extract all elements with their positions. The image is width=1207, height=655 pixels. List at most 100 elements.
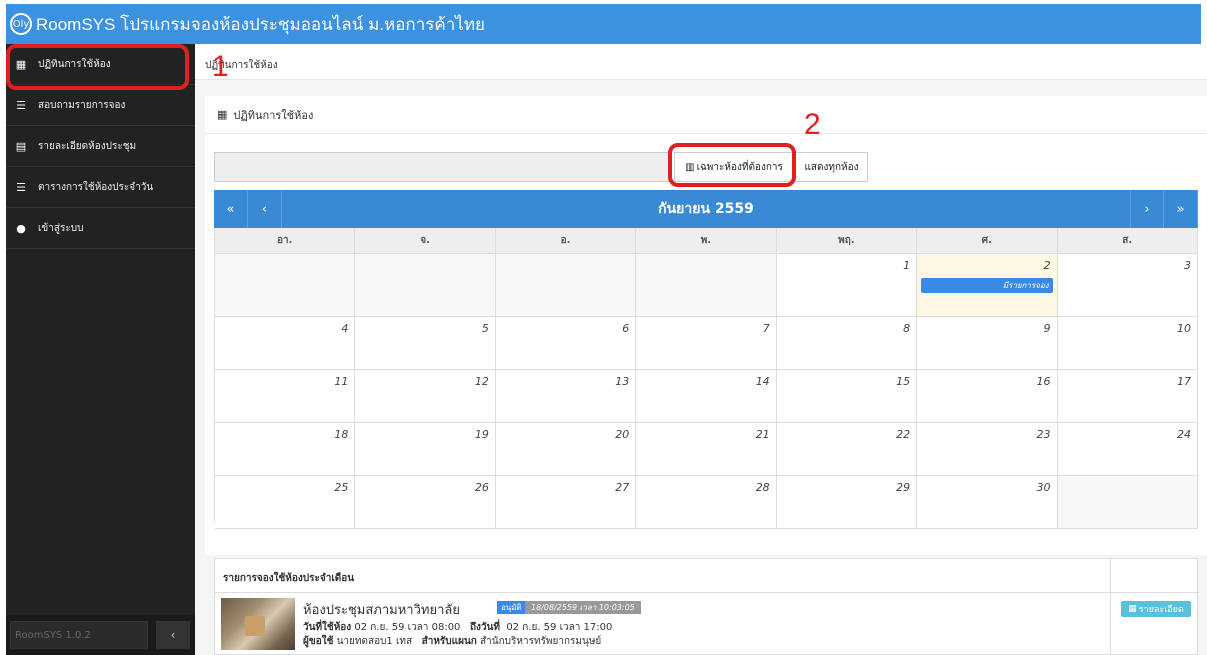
calendar-day-empty: [495, 254, 637, 316]
dept-value: สำนักบริหารทรัพยากรมนุษย์: [480, 636, 602, 647]
calendar-day[interactable]: 12: [355, 370, 496, 422]
top-bar: Oly RoomSYS โปรแกรมจองห้องประชุมออนไลน์ …: [0, 0, 1207, 44]
dept-label: สำหรับแผนก: [421, 636, 477, 647]
day-of-week: พ.: [636, 228, 777, 253]
calendar-day[interactable]: 20: [496, 423, 637, 475]
sidebar-item-label: สอบถามรายการจอง: [38, 99, 126, 111]
use-date-value: 02 ก.ย. 59 เวลา 08:00: [354, 622, 461, 633]
calendar-day-empty: [355, 254, 496, 316]
day-of-week: อา.: [215, 228, 356, 253]
user-label: ผู้ขอใช้: [303, 636, 334, 647]
booking-detail-button[interactable]: ▦ รายละเอียด: [1121, 601, 1191, 617]
calendar-week: 11 12 13 14 15 16 17: [215, 370, 1198, 423]
sidebar-item-login[interactable]: ● เข้าสู่ระบบ: [6, 208, 195, 249]
annotation-highlight-2: [668, 143, 796, 187]
calendar-day[interactable]: 19: [355, 423, 496, 475]
calendar-day[interactable]: 15: [777, 370, 918, 422]
calendar-day[interactable]: 26: [355, 476, 496, 528]
sidebar-item-label: รายละเอียดห้องประชุม: [38, 140, 137, 152]
day-of-week-row: อา. จ. อ. พ. พฤ. ศ. ส.: [215, 228, 1198, 254]
first-month-button[interactable]: «: [214, 190, 248, 228]
calendar-day[interactable]: 1: [777, 254, 918, 316]
calendar-day-empty: [1057, 476, 1198, 528]
day-of-week: จ.: [355, 228, 496, 253]
show-all-rooms-button[interactable]: แสดงทุกห้อง: [795, 152, 868, 182]
calendar-week: 4 5 6 7 8 9 10: [215, 317, 1198, 370]
prev-month-button[interactable]: ‹: [248, 190, 282, 228]
calendar-day[interactable]: 3: [1058, 254, 1198, 316]
calendar-day[interactable]: 10: [1058, 317, 1198, 369]
calendar-day[interactable]: 27: [496, 476, 637, 528]
calendar-day-number: 2: [1043, 259, 1051, 272]
calendar-day[interactable]: 28: [636, 476, 777, 528]
calendar-day[interactable]: 18: [215, 423, 356, 475]
booking-list-header-spacer: [1111, 559, 1199, 593]
app-title[interactable]: RoomSYS โปรแกรมจองห้องประชุมออนไลน์ ม.หอ…: [36, 11, 485, 38]
day-of-week: อ.: [496, 228, 637, 253]
booking-detail-label: รายละเอียด: [1138, 605, 1184, 615]
day-of-week: ส.: [1058, 228, 1198, 253]
calendar-day[interactable]: 29: [777, 476, 918, 528]
calendar-day[interactable]: 8: [777, 317, 918, 369]
calendar-day[interactable]: 5: [355, 317, 496, 369]
calendar-day[interactable]: 6: [496, 317, 637, 369]
room-select-box[interactable]: [214, 152, 669, 182]
calendar-event[interactable]: มีรายการจอง: [921, 278, 1053, 293]
panel-title: ปฏิทินการใช้ห้อง: [233, 108, 314, 122]
calendar-day[interactable]: 17: [1058, 370, 1198, 422]
next-month-button[interactable]: ›: [1130, 190, 1164, 228]
calendar-day[interactable]: 22: [777, 423, 918, 475]
to-date-label: ถึงวันที่: [469, 622, 500, 633]
version-label: RoomSYS 1.0.2: [10, 621, 148, 649]
breadcrumb: ปฏิทินการใช้ห้อง: [195, 44, 1207, 80]
monthly-booking-list: รายการจองใช้ห้องประจำเดือน ห้องประชุมสภา…: [214, 558, 1199, 655]
calendar-day[interactable]: 4: [215, 317, 356, 369]
app-logo-icon: Oly: [10, 13, 32, 35]
table-icon: ▦: [1128, 604, 1137, 614]
panel-header: ▦ ปฏิทินการใช้ห้อง: [205, 96, 1207, 134]
calendar-day[interactable]: 23: [917, 423, 1058, 475]
list-icon: ☰: [16, 180, 26, 194]
calendar-day[interactable]: 16: [917, 370, 1058, 422]
room-name: ห้องประชุมสภามหาวิทยาลัย: [303, 603, 460, 618]
calendar-day[interactable]: 30: [917, 476, 1058, 528]
sidebar-item-daily-schedule[interactable]: ☰ ตารางการใช้ห้องประจำวัน: [6, 167, 195, 208]
booking-dates-line: วันที่ใช้ห้อง 02 ก.ย. 59 เวลา 08:00 ถึงว…: [303, 620, 612, 635]
calendar-week: 25 26 27 28 29 30: [215, 476, 1198, 529]
sidebar-footer: RoomSYS 1.0.2 ‹: [6, 615, 195, 655]
header: Oly RoomSYS โปรแกรมจองห้องประชุมออนไลน์ …: [6, 4, 1201, 44]
calendar-day-today[interactable]: 2 มีรายการจอง: [917, 254, 1058, 316]
sidebar: ▦ ปฏิทินการใช้ห้อง ☰ สอบถามรายการจอง ▤ ร…: [6, 44, 195, 655]
sidebar-item-booking-inquiry[interactable]: ☰ สอบถามรายการจอง: [6, 85, 195, 126]
sidebar-item-label: ตารางการใช้ห้องประจำวัน: [38, 181, 154, 193]
calendar-day[interactable]: 7: [636, 317, 777, 369]
status-badge: อนุมัติ: [497, 601, 526, 614]
calendar-day[interactable]: 11: [215, 370, 356, 422]
last-month-button[interactable]: »: [1164, 190, 1198, 228]
collapse-sidebar-button[interactable]: ‹: [156, 621, 190, 649]
day-of-week: ศ.: [917, 228, 1058, 253]
use-date-label: วันที่ใช้ห้อง: [303, 622, 352, 633]
calendar-day[interactable]: 24: [1058, 423, 1198, 475]
annotation-number-1: 1: [212, 50, 229, 83]
calendar-day[interactable]: 21: [636, 423, 777, 475]
calendar-day[interactable]: 25: [215, 476, 356, 528]
annotation-highlight-1: [6, 44, 189, 90]
calendar-day-empty: [636, 254, 777, 316]
table-icon: ▦: [217, 108, 228, 121]
calendar-day[interactable]: 14: [636, 370, 777, 422]
calendar-day-empty: [215, 254, 356, 316]
annotation-number-2: 2: [804, 108, 821, 141]
calendar-week: 18 19 20 21 22 23 24: [215, 423, 1198, 476]
calendar-header: กันยายน 2559 « ‹ › »: [214, 190, 1198, 228]
booking-row: ห้องประชุมสภามหาวิทยาลัย อนุมัติ 18/08/2…: [215, 593, 1111, 655]
calendar-grid: อา. จ. อ. พ. พฤ. ศ. ส. 1 2 มีรายการจอง 3…: [214, 228, 1198, 529]
sidebar-item-room-details[interactable]: ▤ รายละเอียดห้องประชุม: [6, 126, 195, 167]
sidebar-item-label: เข้าสู่ระบบ: [38, 222, 84, 234]
calendar-day[interactable]: 9: [917, 317, 1058, 369]
day-of-week: พฤ.: [777, 228, 918, 253]
booking-timestamp-badge: 18/08/2559 เวลา 10:03:05: [525, 601, 641, 614]
list-icon: ☰: [16, 98, 26, 112]
calendar-day[interactable]: 13: [496, 370, 637, 422]
user-value: นายทดสอบ1 เทส: [336, 636, 413, 647]
